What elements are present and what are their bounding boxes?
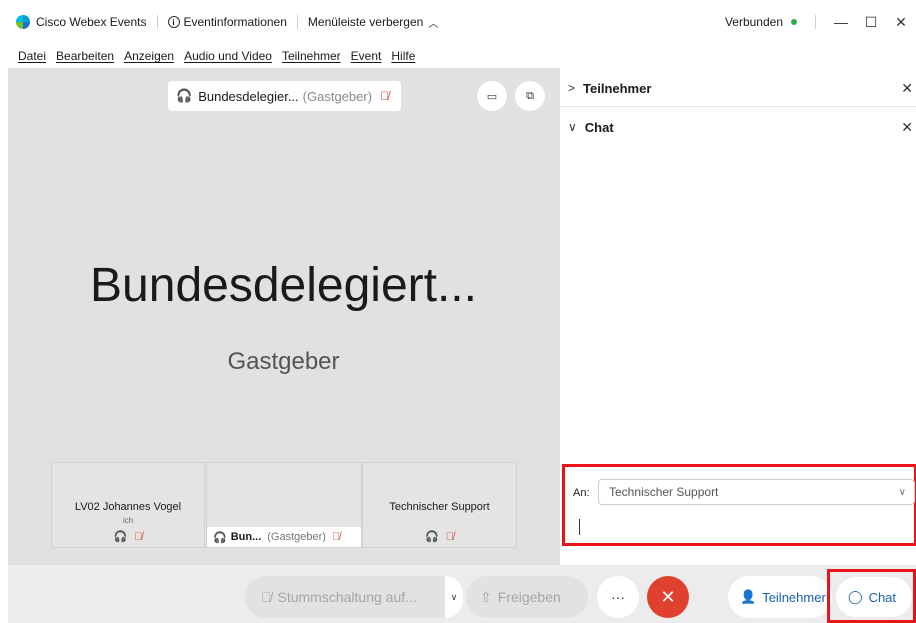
menu-hilfe[interactable]: Hilfe	[391, 49, 415, 63]
popout-icon: ⧉	[526, 89, 534, 102]
close-participants-button[interactable]: ✕	[901, 80, 913, 97]
unmute-label: Stummschaltung auf...	[277, 589, 417, 605]
recipient-label: An:	[573, 487, 590, 499]
chat-header-label: Chat	[584, 119, 614, 135]
menu-anzeigen[interactable]: Anzeigen	[124, 49, 174, 63]
menu-event[interactable]: Event	[351, 49, 382, 63]
minimize-button[interactable]: —	[826, 14, 856, 30]
thumbnail-role: (Gastgeber)	[267, 531, 326, 543]
webex-logo-icon	[16, 15, 30, 29]
text-caret	[579, 519, 580, 535]
thumbnail-support[interactable]: Technischer Support 🎧 🎙̸	[362, 462, 517, 548]
leave-meeting-button[interactable]: ✕	[647, 576, 689, 618]
participants-section-header[interactable]: > Teilnehmer ✕	[560, 70, 916, 106]
chevron-up-icon: ︿	[428, 18, 439, 30]
headset-icon: 🎧	[424, 531, 439, 543]
chat-compose-area: An: Technischer Support ∨	[562, 464, 916, 546]
thumbnail-name: Technischer Support	[389, 501, 490, 513]
connected-dot-icon	[791, 19, 797, 25]
connection-status: Verbunden	[724, 15, 783, 29]
chevron-down-icon: ∨	[450, 591, 458, 602]
video-stage: 🎧 Bundesdelegier... (Gastgeber) 🎙̸ ▭ ⧉ B…	[8, 68, 559, 565]
thumbnail-status: 🎧 🎙̸	[363, 530, 516, 543]
menu-datei[interactable]: Datei	[18, 49, 46, 63]
chevron-right-icon: >	[568, 81, 576, 95]
close-window-button[interactable]: ✕	[886, 14, 916, 31]
mic-muted-icon: 🎙̸	[331, 531, 341, 543]
chat-message-input[interactable]	[573, 513, 913, 541]
audio-options-dropdown[interactable]: ∨	[445, 576, 463, 618]
participants-button-label: Teilnehmer	[762, 589, 826, 605]
separator	[156, 15, 158, 29]
menu-bar: Datei Bearbeiten Anzeigen Audio und Vide…	[0, 44, 916, 68]
chat-button[interactable]: ◯ Chat	[836, 577, 912, 617]
speaker-role: (Gastgeber)	[302, 88, 373, 104]
share-label: Freigeben	[497, 589, 561, 605]
layout-button[interactable]: ▭	[477, 81, 507, 111]
chat-button-highlight: ◯ Chat	[827, 569, 916, 623]
maximize-button[interactable]: ☐	[856, 14, 886, 31]
separator	[815, 15, 816, 29]
share-icon: ⇧	[480, 588, 492, 605]
thumbnail-name: Bun...	[230, 531, 262, 543]
thumbnail-name: LV02 Johannes Vogel	[74, 501, 182, 513]
side-panel: > Teilnehmer ✕ ∨ Chat ✕ An: Technischer …	[559, 68, 916, 565]
menu-bearbeiten[interactable]: Bearbeiten	[56, 49, 114, 63]
menu-audio-video[interactable]: Audio und Video	[184, 49, 272, 63]
info-icon: i	[167, 16, 180, 28]
recipient-select[interactable]: Technischer Support ∨	[598, 479, 915, 505]
speaker-name: Bundesdelegier...	[198, 88, 299, 104]
headset-icon: 🎧	[213, 531, 227, 544]
chat-button-label: Chat	[868, 589, 897, 605]
headset-icon: 🎧	[176, 88, 193, 103]
headset-icon: 🎧	[113, 531, 128, 543]
close-chat-button[interactable]: ✕	[901, 119, 913, 136]
mic-muted-icon: 🎙̸	[380, 89, 390, 103]
hide-menubar-button[interactable]: Menüleiste verbergen ︿	[308, 15, 438, 30]
chat-section-header[interactable]: ∨ Chat ✕	[560, 109, 916, 145]
chevron-down-icon: ∨	[898, 486, 906, 498]
webex-window: Cisco Webex Events i Eventinformationen …	[0, 0, 916, 623]
thumbnail-host-bar: 🎧 Bun... (Gastgeber) 🎙̸	[207, 527, 361, 547]
recipient-value: Technischer Support	[609, 485, 719, 499]
mic-muted-icon: 🎙̸	[261, 589, 272, 605]
menu-teilnehmer[interactable]: Teilnehmer	[282, 49, 341, 63]
window-controls: Verbunden — ☐ ✕	[725, 0, 916, 44]
unmute-button[interactable]: 🎙̸ Stummschaltung auf...	[245, 576, 445, 618]
share-button[interactable]: ⇧ Freigeben	[466, 576, 588, 618]
meeting-controls: 🎙̸ Stummschaltung auf... ∨ ⇧ Freigeben ·…	[8, 565, 916, 623]
chat-bubble-icon: ◯	[848, 589, 863, 604]
event-info-button[interactable]: i Eventinformationen	[167, 15, 287, 29]
stage-presenter-role: Gastgeber	[227, 348, 340, 375]
thumbnail-me-label: ich	[122, 516, 134, 525]
participants-header-label: Teilnehmer	[583, 80, 652, 96]
stage-presenter-name: Bundesdelegiert...	[90, 259, 477, 312]
thumbnail-self[interactable]: LV02 Johannes Vogel ich 🎧 🎙̸	[51, 462, 205, 548]
layout-icon: ▭	[486, 90, 498, 103]
more-icon: ···	[611, 589, 625, 605]
popout-button[interactable]: ⧉	[515, 81, 545, 111]
mic-muted-icon: 🎙̸	[445, 531, 454, 543]
divider	[560, 106, 916, 107]
thumbnail-host[interactable]: 🎧 Bun... (Gastgeber) 🎙̸	[206, 462, 362, 548]
app-title: Cisco Webex Events	[16, 15, 147, 29]
mic-muted-icon: 🎙̸	[134, 531, 143, 543]
title-bar: Cisco Webex Events i Eventinformationen …	[0, 0, 916, 44]
active-speaker-label: 🎧 Bundesdelegier... (Gastgeber) 🎙̸	[168, 81, 401, 111]
close-icon: ✕	[660, 586, 676, 607]
thumbnail-status: 🎧 🎙̸	[52, 530, 204, 543]
separator	[296, 15, 298, 29]
chevron-down-icon: ∨	[568, 120, 577, 134]
participants-button[interactable]: 👤 Teilnehmer	[728, 576, 832, 618]
participants-icon: 👤	[740, 589, 757, 604]
more-options-button[interactable]: ···	[597, 576, 639, 618]
